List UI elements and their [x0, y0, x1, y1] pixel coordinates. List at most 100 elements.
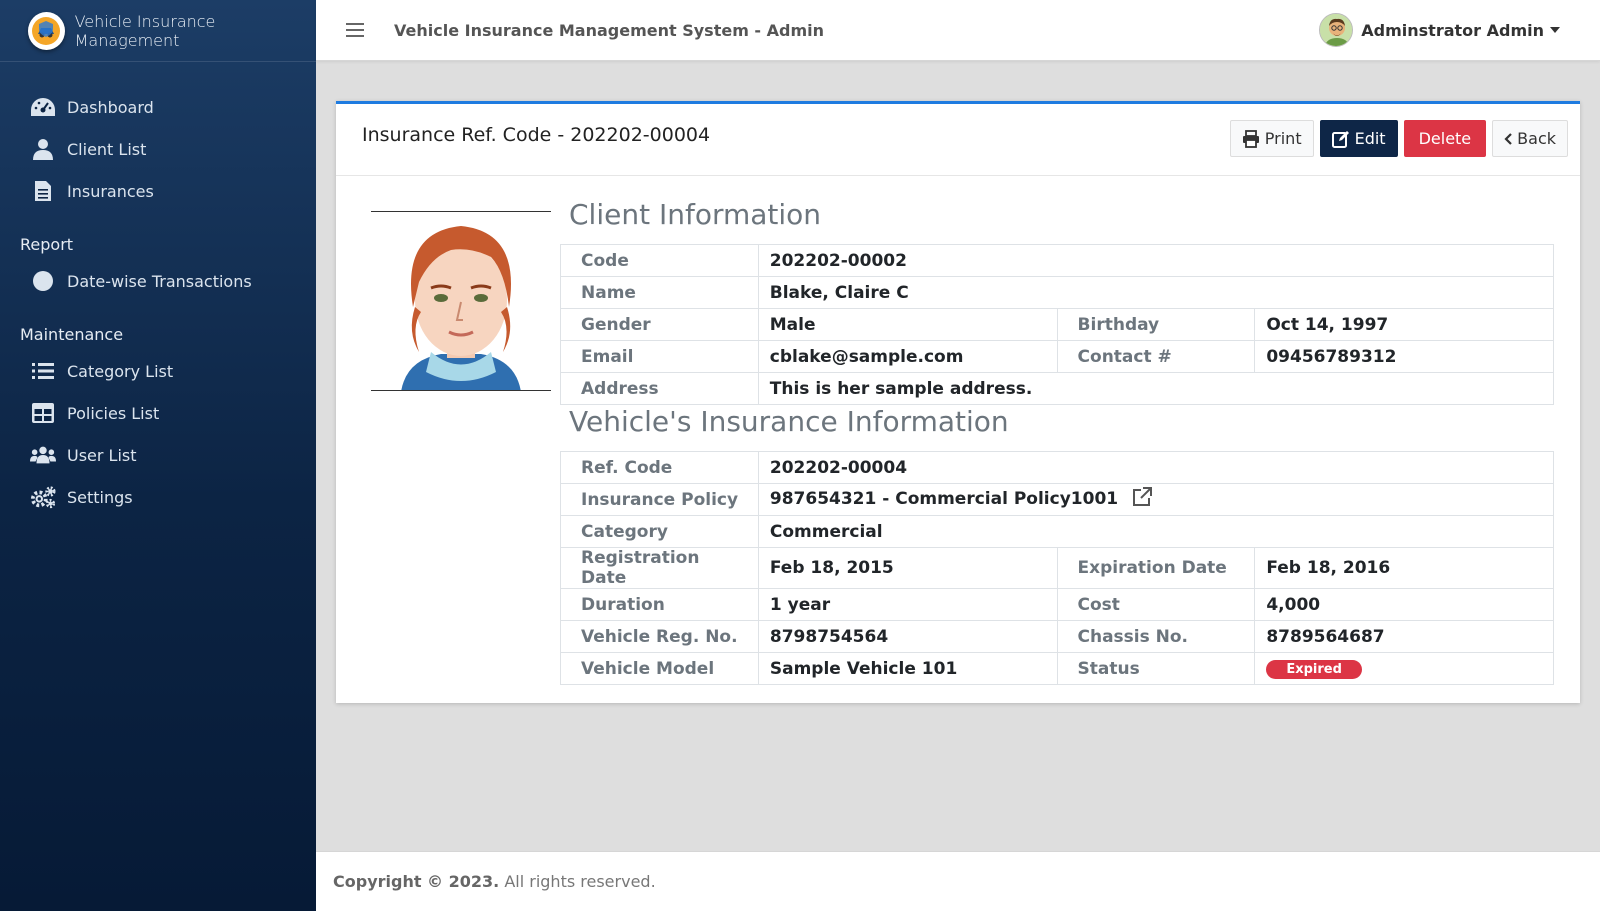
- sidebar-item-category-list[interactable]: Category List: [0, 350, 316, 392]
- back-label: Back: [1517, 129, 1556, 148]
- user-icon: [30, 136, 56, 162]
- table-row: Email cblake@sample.com Contact # 094567…: [560, 340, 1554, 373]
- print-label: Print: [1264, 129, 1302, 148]
- sidebar-item-user-list[interactable]: User List: [0, 434, 316, 476]
- expiration-date-label: Expiration Date: [1056, 547, 1256, 589]
- client-info-title: Client Information: [569, 198, 822, 231]
- delete-button[interactable]: Delete: [1403, 120, 1487, 157]
- status-badge: Expired: [1266, 660, 1362, 679]
- back-button[interactable]: Back: [1492, 120, 1568, 157]
- insurance-card: Insurance Ref. Code - 202202-00004 Print…: [336, 101, 1580, 703]
- sidebar-item-insurances[interactable]: Insurances: [0, 170, 316, 212]
- client-photo: [371, 211, 551, 391]
- email-label: Email: [560, 340, 759, 373]
- expiration-date-value: Feb 18, 2016: [1254, 547, 1554, 589]
- table-row: Insurance Policy 987654321 - Commercial …: [560, 483, 1555, 516]
- registration-date-value: Feb 18, 2015: [757, 547, 1058, 589]
- sidebar-item-label: Category List: [67, 361, 174, 381]
- brand[interactable]: Vehicle Insurance Management: [0, 0, 316, 62]
- birthday-label: Birthday: [1056, 308, 1256, 341]
- duration-value: 1 year: [757, 588, 1058, 621]
- table-icon: [30, 400, 56, 426]
- email-value: cblake@sample.com: [757, 340, 1058, 373]
- table-row: Address This is her sample address.: [560, 372, 1555, 405]
- registration-date-label: Registration Date: [560, 547, 759, 589]
- vehicle-reg-value: 8798754564: [757, 620, 1058, 653]
- gender-value: Male: [757, 308, 1058, 341]
- vehicle-model-value: Sample Vehicle 101: [757, 652, 1058, 685]
- user-menu[interactable]: Adminstrator Admin: [1319, 13, 1560, 47]
- sidebar-item-label: User List: [67, 445, 137, 465]
- sidebar: Vehicle Insurance Management Dashboard C…: [0, 0, 316, 911]
- print-button[interactable]: Print: [1229, 120, 1314, 157]
- address-value: This is her sample address.: [757, 372, 1555, 405]
- card-actions: Print Edit Delete Back: [1229, 120, 1568, 157]
- hamburger-line: [346, 29, 364, 31]
- hamburger-line: [346, 35, 364, 37]
- avatar: [1319, 13, 1354, 47]
- caret-down-icon: [1550, 27, 1560, 33]
- external-link-icon[interactable]: [1132, 487, 1153, 512]
- user-name: Adminstrator Admin: [1361, 20, 1544, 40]
- ref-code-value: 202202-00004: [757, 451, 1555, 484]
- sidebar-item-policies-list[interactable]: Policies List: [0, 392, 316, 434]
- duration-label: Duration: [560, 588, 759, 621]
- table-row: Vehicle Reg. No. 8798754564 Chassis No. …: [560, 620, 1554, 653]
- table-row: Code 202202-00002: [560, 244, 1555, 277]
- delete-label: Delete: [1418, 129, 1472, 148]
- copyright-text: Copyright © 2023.: [333, 872, 500, 891]
- status-label: Status: [1056, 652, 1256, 685]
- sidebar-nav: Dashboard Client List Insurances Report …: [0, 62, 316, 518]
- chassis-label: Chassis No.: [1056, 620, 1256, 653]
- nav-header-maintenance: Maintenance: [20, 325, 124, 344]
- users-icon: [30, 442, 56, 468]
- hamburger-line: [346, 23, 364, 25]
- category-label: Category: [560, 515, 759, 548]
- card-header: Insurance Ref. Code - 202202-00004 Print…: [336, 104, 1580, 176]
- edit-label: Edit: [1354, 129, 1386, 148]
- sidebar-item-dashboard[interactable]: Dashboard: [0, 86, 316, 128]
- table-row: Category Commercial: [560, 515, 1555, 548]
- client-code-value: 202202-00002: [757, 244, 1555, 277]
- cost-value: 4,000: [1254, 588, 1554, 621]
- name-label: Name: [560, 276, 759, 309]
- print-icon: [1242, 129, 1260, 148]
- menu-toggle-button[interactable]: [346, 23, 364, 37]
- policy-label: Insurance Policy: [560, 483, 759, 516]
- rights-text: All rights reserved.: [504, 872, 656, 891]
- client-info-table: Code 202202-00002 Name Blake, Claire C G…: [560, 244, 1555, 405]
- gears-icon: [30, 484, 56, 510]
- table-row: Vehicle Model Sample Vehicle 101 Status …: [560, 652, 1554, 685]
- table-row: Ref. Code 202202-00004: [560, 451, 1555, 484]
- sidebar-item-settings[interactable]: Settings: [0, 476, 316, 518]
- dashboard-icon: [30, 94, 56, 120]
- policy-value: 987654321 - Commercial Policy1001: [769, 489, 1119, 509]
- insurance-info-title: Vehicle's Insurance Information: [569, 405, 1009, 438]
- table-row: Duration 1 year Cost 4,000: [560, 588, 1554, 621]
- code-label: Code: [560, 244, 759, 277]
- nav-header-report: Report: [20, 235, 74, 254]
- list-icon: [30, 358, 56, 384]
- gender-label: Gender: [560, 308, 759, 341]
- sidebar-item-label: Dashboard: [67, 97, 154, 117]
- contact-label: Contact #: [1056, 340, 1256, 373]
- ref-code-label: Ref. Code: [560, 451, 759, 484]
- system-title: Vehicle Insurance Management System - Ad…: [394, 20, 825, 40]
- client-name-value: Blake, Claire C: [757, 276, 1555, 309]
- status-cell: Expired: [1254, 652, 1554, 685]
- circle-icon: [30, 268, 56, 294]
- sidebar-item-label: Policies List: [67, 403, 160, 423]
- topbar: Vehicle Insurance Management System - Ad…: [316, 0, 1600, 61]
- sidebar-item-date-wise-transactions[interactable]: Date-wise Transactions: [0, 260, 316, 302]
- category-value: Commercial: [757, 515, 1555, 548]
- edit-icon: [1331, 130, 1350, 148]
- edit-button[interactable]: Edit: [1319, 120, 1398, 157]
- sidebar-item-client-list[interactable]: Client List: [0, 128, 316, 170]
- sidebar-item-label: Insurances: [67, 181, 154, 201]
- table-row: Registration Date Feb 18, 2015 Expiratio…: [560, 547, 1554, 589]
- contact-value: 09456789312: [1254, 340, 1554, 373]
- brand-title: Vehicle Insurance Management: [74, 11, 216, 50]
- sidebar-item-label: Client List: [67, 139, 147, 159]
- sidebar-item-label: Date-wise Transactions: [67, 271, 252, 291]
- policy-cell: 987654321 - Commercial Policy1001: [757, 483, 1555, 516]
